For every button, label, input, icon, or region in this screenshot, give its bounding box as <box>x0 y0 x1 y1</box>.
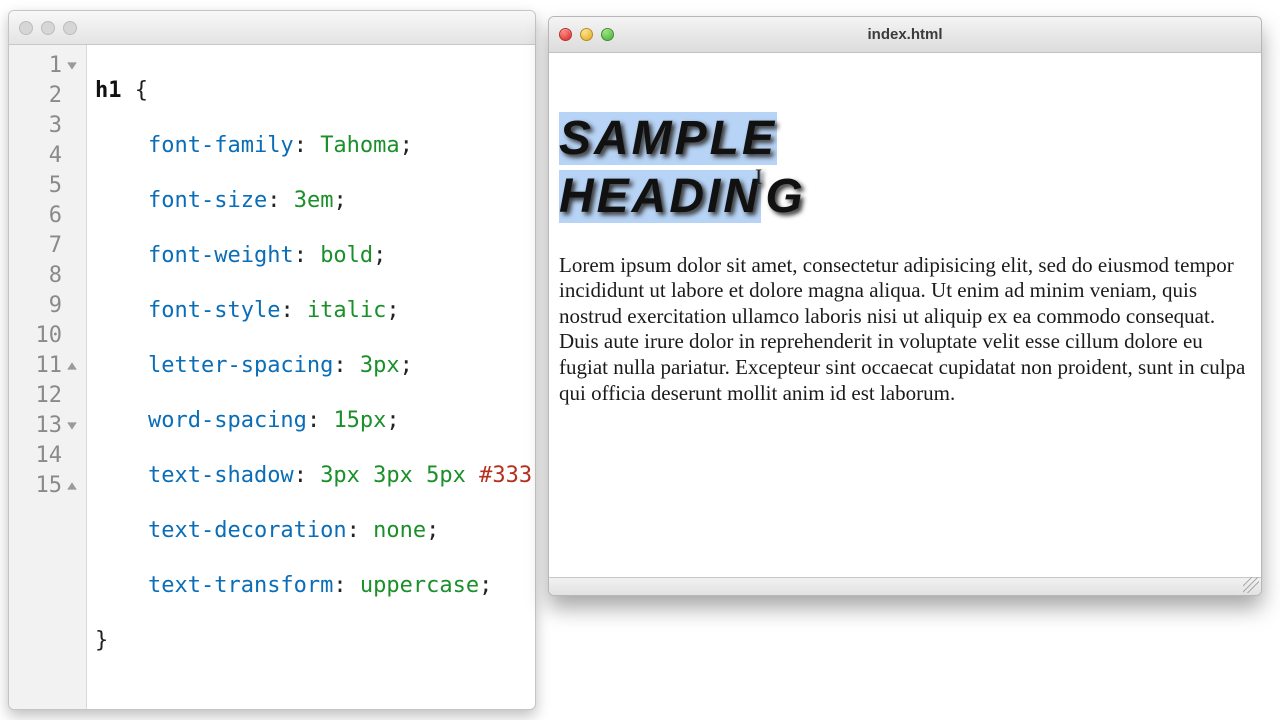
line-number: 15 <box>9 471 86 501</box>
body-paragraph[interactable]: Lorem ipsum dolor sit amet, consectetur … <box>559 253 1249 407</box>
editor-traffic-lights <box>19 21 77 35</box>
preview-titlebar[interactable]: index.html <box>549 17 1261 53</box>
line-number: 12 <box>9 381 86 411</box>
line-number: 10 <box>9 321 86 351</box>
editor-body: 1 2 3 4 5 6 7 8 9 10 11 12 13 14 15 h1 {… <box>9 45 535 709</box>
line-number: 7 <box>9 231 86 261</box>
line-number: 5 <box>9 171 86 201</box>
fold-up-icon[interactable] <box>66 360 78 372</box>
fold-down-icon[interactable] <box>66 60 78 72</box>
minimize-icon[interactable] <box>41 21 55 35</box>
code-area[interactable]: h1 { font-family: Tahoma; font-size: 3em… <box>87 45 535 709</box>
zoom-icon[interactable] <box>601 28 614 41</box>
line-number: 14 <box>9 441 86 471</box>
line-number: 4 <box>9 141 86 171</box>
heading-line2-rest: g <box>765 170 805 223</box>
line-number: 2 <box>9 81 86 111</box>
minimize-icon[interactable] <box>580 28 593 41</box>
zoom-icon[interactable] <box>63 21 77 35</box>
line-number: 8 <box>9 261 86 291</box>
resize-grip-icon[interactable] <box>1243 577 1259 593</box>
line-number: 3 <box>9 111 86 141</box>
rendered-page[interactable]: Sample HeadinIg Lorem ipsum dolor sit am… <box>549 53 1261 595</box>
editor-window: 1 2 3 4 5 6 7 8 9 10 11 12 13 14 15 h1 {… <box>8 10 536 710</box>
preview-window: index.html Sample HeadinIg Lorem ipsum d… <box>548 16 1262 596</box>
heading-line1: Sample <box>559 112 777 165</box>
close-icon[interactable] <box>559 28 572 41</box>
line-number: 6 <box>9 201 86 231</box>
editor-titlebar[interactable] <box>9 11 535 45</box>
window-title: index.html <box>549 26 1261 43</box>
line-number: 11 <box>9 351 86 381</box>
line-number: 13 <box>9 411 86 441</box>
heading-line2-selected: Headin <box>559 170 761 223</box>
line-number: 1 <box>9 51 86 81</box>
preview-body: Sample HeadinIg Lorem ipsum dolor sit am… <box>549 53 1261 595</box>
sample-heading[interactable]: Sample HeadinIg <box>559 113 1249 223</box>
line-number: 9 <box>9 291 86 321</box>
line-number-gutter: 1 2 3 4 5 6 7 8 9 10 11 12 13 14 15 <box>9 45 87 709</box>
close-icon[interactable] <box>19 21 33 35</box>
fold-down-icon[interactable] <box>66 420 78 432</box>
fold-up-icon[interactable] <box>66 480 78 492</box>
status-bar <box>549 577 1261 595</box>
text-cursor-icon: I <box>755 165 765 189</box>
